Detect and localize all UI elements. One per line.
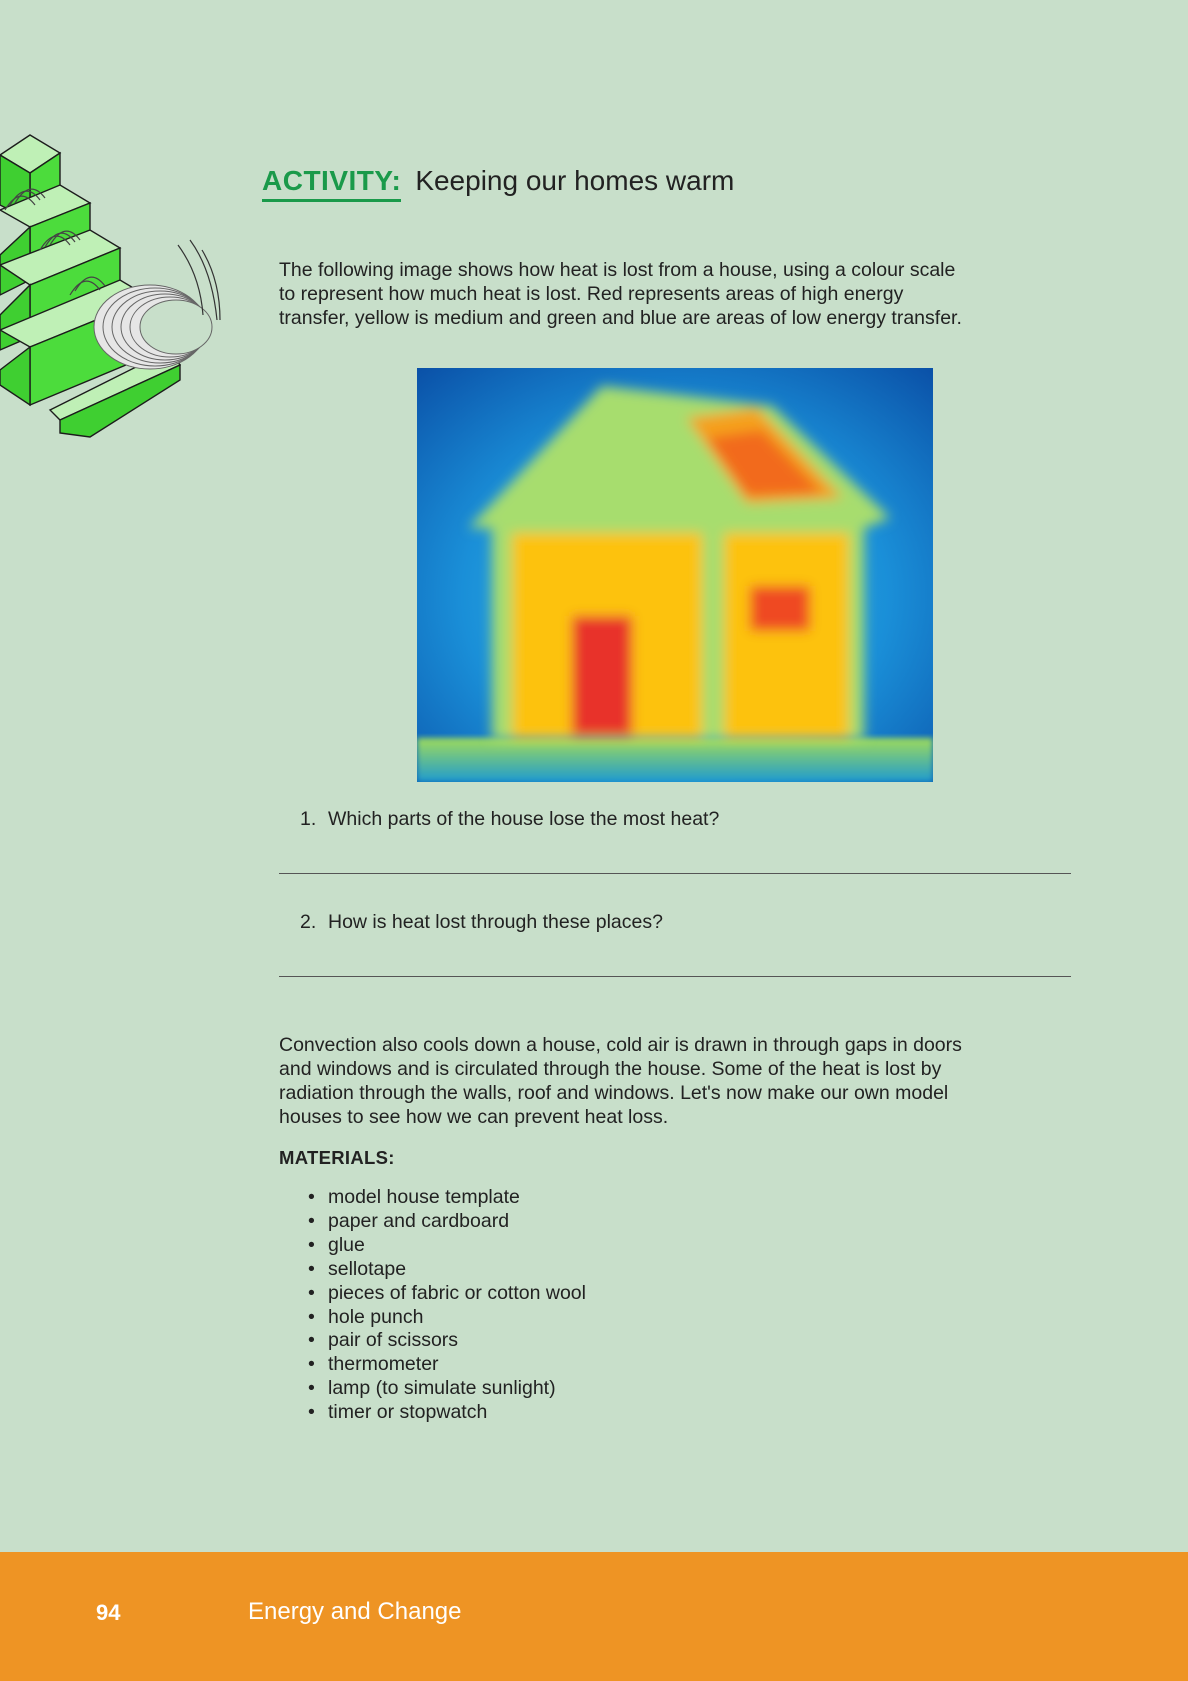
intro-line: The following image shows how heat is lo…	[279, 259, 956, 281]
question-2: 2. How is heat lost through these places…	[300, 911, 663, 934]
bullet: •	[308, 1401, 315, 1424]
page-footer: 94 Energy and Change	[0, 1552, 1188, 1681]
materials-list: • model house template • paper and cardboa…	[308, 1186, 586, 1425]
answer-line-1[interactable]	[279, 873, 1071, 874]
list-item: • model house template	[308, 1186, 586, 1210]
activity-title: Keeping our homes warm	[415, 165, 735, 196]
list-item: • pair of scissors	[308, 1329, 586, 1353]
list-item: • glue	[308, 1234, 586, 1258]
bullet: •	[308, 1329, 315, 1352]
bullet: •	[308, 1281, 315, 1304]
bullet: •	[308, 1305, 315, 1328]
thermal-image-house	[417, 368, 933, 782]
intro-line: transfer, yellow is medium and green and…	[279, 307, 962, 329]
list-item: • lamp (to simulate sunlight)	[308, 1377, 586, 1401]
question-text: Which parts of the house lose the most h…	[328, 808, 720, 830]
bullet: •	[308, 1257, 315, 1280]
question-1: 1. Which parts of the house lose the mos…	[300, 808, 719, 831]
convection-line: Convection also cools down a house, cold…	[279, 1034, 962, 1056]
intro-paragraph: The following image shows how heat is lo…	[279, 258, 1079, 330]
list-item: • pieces of fabric or cotton wool	[308, 1282, 586, 1306]
activity-label: ACTIVITY:	[262, 165, 402, 202]
material-text: model house template	[328, 1186, 520, 1208]
convection-paragraph: Convection also cools down a house, cold…	[279, 1033, 1079, 1129]
material-text: sellotape	[328, 1257, 407, 1280]
question-number: 2.	[300, 911, 317, 933]
question-number: 1.	[300, 808, 317, 830]
material-text: lamp (to simulate sunlight)	[328, 1377, 556, 1400]
bullet: •	[308, 1209, 315, 1232]
material-text: hole punch	[328, 1305, 424, 1328]
material-text: timer or stopwatch	[328, 1401, 488, 1424]
material-text: pieces of fabric or cotton wool	[328, 1281, 586, 1304]
material-text: thermometer	[328, 1353, 439, 1376]
page-number: 94	[96, 1600, 121, 1625]
intro-line: to represent how much heat is lost. Red …	[279, 283, 904, 305]
staircase-slinky-illustration	[0, 134, 221, 438]
convection-line: and windows and is circulated through th…	[279, 1058, 942, 1080]
material-text: glue	[328, 1233, 365, 1256]
list-item: • paper and cardboard	[308, 1210, 586, 1234]
materials-heading: MATERIALS:	[279, 1147, 395, 1168]
bullet: •	[308, 1186, 315, 1208]
list-item: • timer or stopwatch	[308, 1401, 586, 1425]
question-text: How is heat lost through these places?	[328, 911, 663, 933]
book-title: Energy and Change	[248, 1598, 462, 1625]
list-item: • sellotape	[308, 1258, 586, 1282]
material-text: paper and cardboard	[328, 1209, 510, 1232]
bullet: •	[308, 1353, 315, 1376]
activity-heading: ACTIVITY: Keeping our homes warm	[262, 165, 734, 202]
list-item: • thermometer	[308, 1353, 586, 1377]
bullet: •	[308, 1377, 315, 1400]
convection-line: houses to see how we can prevent heat lo…	[279, 1106, 669, 1128]
answer-line-2[interactable]	[279, 976, 1071, 977]
list-item: • hole punch	[308, 1306, 586, 1330]
convection-line: radiation through the walls, roof and wi…	[279, 1082, 949, 1104]
bullet: •	[308, 1233, 315, 1256]
material-text: pair of scissors	[328, 1329, 459, 1352]
